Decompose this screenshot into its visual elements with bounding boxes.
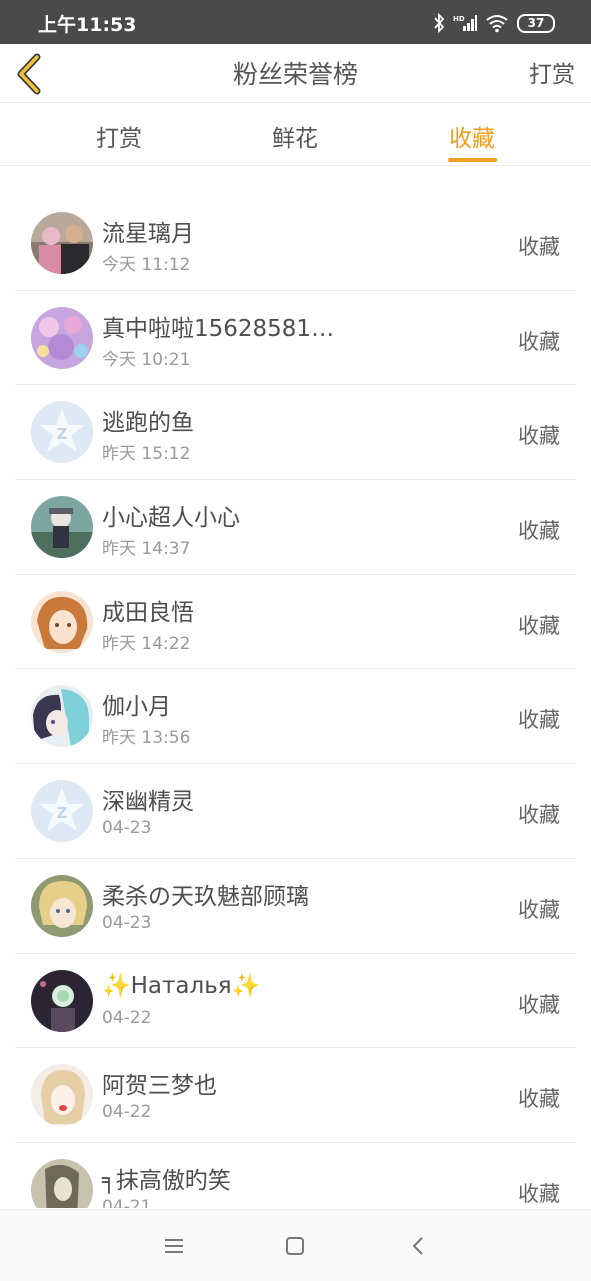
- avatar[interactable]: [31, 1158, 93, 1208]
- favorite-label: 收藏: [518, 992, 560, 1017]
- avatar[interactable]: [31, 969, 93, 1032]
- fan-date: 昨天 14:22: [102, 633, 191, 654]
- tab-reward[interactable]: 打赏: [96, 119, 142, 153]
- favorite-label: 收藏: [518, 708, 560, 733]
- fan-date: 04-21: [102, 1196, 152, 1208]
- fan-name: 伽小月: [102, 694, 171, 721]
- fan-date: 04-23: [102, 818, 152, 839]
- favorite-label: 收藏: [518, 897, 560, 922]
- favorite-label: 收藏: [518, 424, 560, 449]
- active-tab-indicator: [448, 158, 497, 162]
- fan-name: 流星璃月: [102, 221, 194, 247]
- fan-name: 柔杀の天玖魅部顾璃: [102, 883, 309, 910]
- fan-name: 深幽精灵: [102, 789, 194, 816]
- page-title: 粉丝荣誉榜: [232, 60, 358, 89]
- avatar[interactable]: Z: [31, 780, 93, 843]
- fan-date: 昨天 15:12: [102, 444, 191, 465]
- fan-name: 真中啦啦15628581…: [102, 315, 335, 342]
- menu-icon: [165, 1239, 183, 1253]
- signal-icon: HD: [453, 15, 477, 31]
- list-item[interactable]: 小心超人小心 昨天 14:37 收藏: [0, 480, 591, 575]
- tab-bar: 打赏 鲜花 收藏: [0, 103, 591, 166]
- system-back-button[interactable]: [406, 1234, 430, 1258]
- favorite-label: 收藏: [518, 1087, 560, 1112]
- avatar[interactable]: [31, 212, 93, 274]
- fan-date: 04-22: [102, 1007, 152, 1028]
- avatar[interactable]: [31, 874, 93, 937]
- favorite-label: 收藏: [518, 519, 560, 544]
- home-button[interactable]: [283, 1234, 307, 1258]
- favorite-label: 收藏: [518, 235, 560, 259]
- reward-button[interactable]: 打赏: [529, 55, 575, 89]
- list-item[interactable]: ╕抹高傲旳笑 04-21 收藏: [0, 1143, 591, 1208]
- fan-name: 逃跑的鱼: [102, 410, 194, 437]
- list-item[interactable]: 阿贺三梦也 04-22 收藏: [0, 1048, 591, 1143]
- nav-bar: 粉丝荣誉榜 打赏: [0, 44, 591, 103]
- favorite-label: 收藏: [518, 613, 560, 638]
- favorite-label: 收藏: [518, 1181, 560, 1206]
- avatar[interactable]: [31, 590, 93, 653]
- tab-flowers[interactable]: 鲜花: [272, 119, 318, 153]
- svg-text:Z: Z: [57, 425, 68, 443]
- fan-name: 成田良悟: [102, 599, 194, 626]
- fan-date: 04-23: [102, 912, 152, 933]
- back-triangle-icon: [412, 1237, 423, 1255]
- status-bar: 上午11:53 HD 37: [0, 0, 591, 44]
- fan-date: 昨天 14:37: [102, 539, 191, 560]
- list-item[interactable]: Z 深幽精灵 04-23 收藏: [0, 764, 591, 859]
- fan-date: 昨天 13:56: [102, 728, 191, 749]
- fan-date: 04-22: [102, 1102, 152, 1123]
- status-time: 上午11:53: [38, 14, 137, 36]
- svg-text:Z: Z: [57, 804, 68, 822]
- favorite-label: 收藏: [518, 803, 560, 828]
- wifi-icon: [486, 15, 508, 33]
- avatar[interactable]: [31, 496, 93, 559]
- favorite-label: 收藏: [518, 329, 560, 354]
- list-item[interactable]: 真中啦啦15628581… 今天 10:21 收藏: [0, 291, 591, 386]
- list-item[interactable]: 柔杀の天玖魅部顾璃 04-23 收藏: [0, 859, 591, 954]
- bluetooth-icon: [434, 13, 445, 33]
- list-item[interactable]: 伽小月 昨天 13:56 收藏: [0, 669, 591, 764]
- fan-name: ╕抹高傲旳笑: [102, 1167, 231, 1194]
- system-nav-bar: [0, 1209, 591, 1281]
- fan-name: 阿贺三梦也: [102, 1073, 217, 1100]
- fan-name: 小心超人小心: [102, 505, 240, 532]
- list-item[interactable]: Z 逃跑的鱼 昨天 15:12 收藏: [0, 385, 591, 480]
- menu-button[interactable]: [162, 1234, 186, 1258]
- avatar[interactable]: [31, 1064, 93, 1127]
- fan-name: ✨Наталья✨: [102, 972, 261, 999]
- tab-favorites[interactable]: 收藏: [449, 119, 495, 153]
- home-square-icon: [286, 1237, 304, 1255]
- fan-date: 今天 11:12: [102, 255, 191, 275]
- avatar[interactable]: [31, 685, 93, 748]
- list-item[interactable]: 成田良悟 昨天 14:22 收藏: [0, 575, 591, 670]
- avatar[interactable]: [31, 306, 93, 369]
- fan-date: 今天 10:21: [102, 349, 191, 370]
- battery-indicator: 37: [517, 13, 555, 33]
- avatar[interactable]: Z: [31, 401, 93, 464]
- fan-list: 流星璃月 今天 11:12 收藏 真中啦啦15628581… 今天 10:21 …: [0, 196, 591, 1208]
- network-label: HD: [453, 15, 465, 23]
- status-icons: HD 37: [433, 12, 555, 34]
- list-item[interactable]: ✨Наталья✨ 04-22 收藏: [0, 954, 591, 1049]
- list-item[interactable]: 流星璃月 今天 11:12 收藏: [0, 196, 591, 291]
